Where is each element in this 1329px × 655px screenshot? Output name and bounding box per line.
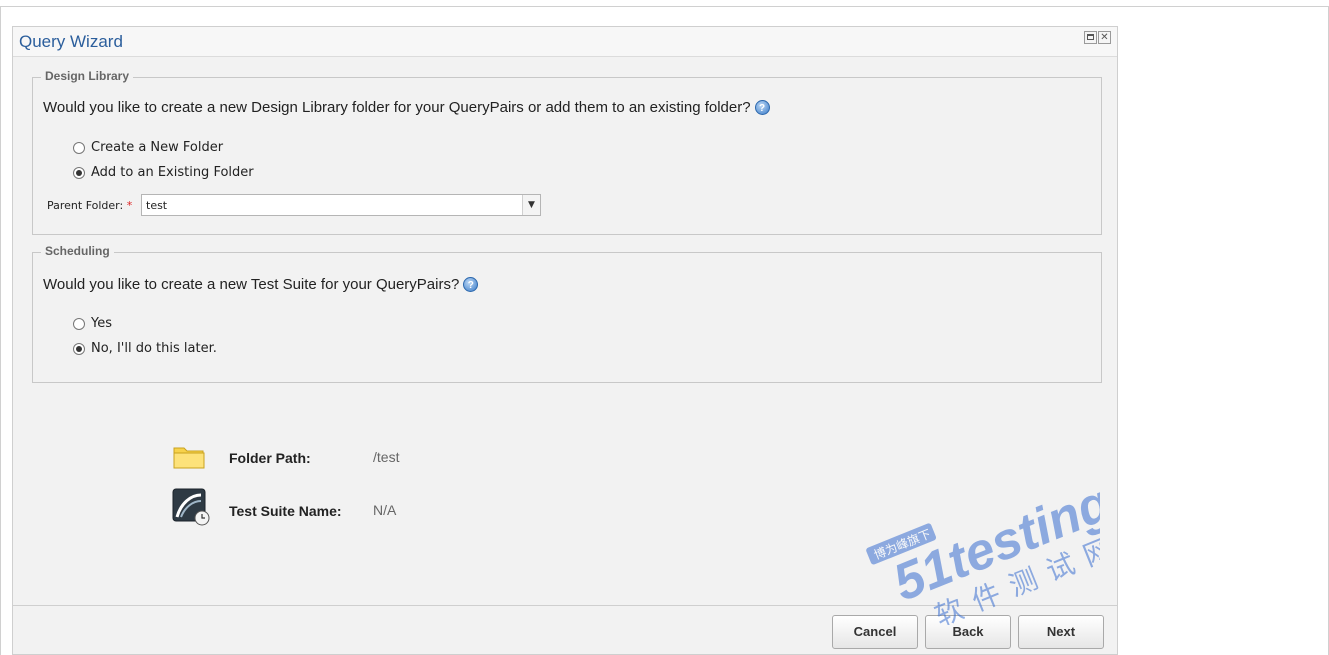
help-icon[interactable]: ? [463, 277, 479, 292]
window-controls: ✕ [1083, 31, 1111, 44]
folder-path-label: Folder Path: [229, 450, 311, 466]
radio-label: No, I'll do this later. [91, 341, 217, 356]
radio-button[interactable] [73, 317, 85, 330]
back-button[interactable]: Back [925, 615, 1011, 649]
required-mark: * [126, 199, 133, 212]
design-library-legend: Design Library [41, 69, 134, 83]
close-icon[interactable]: ✕ [1098, 31, 1111, 44]
parent-folder-value: test [146, 199, 168, 212]
design-library-question: Would you like to create a new Design Li… [43, 99, 770, 116]
design-library-question-text: Would you like to create a new Design Li… [43, 99, 751, 116]
scheduling-question: Would you like to create a new Test Suit… [43, 276, 479, 293]
radio-yes[interactable]: Yes [73, 316, 112, 331]
radio-button[interactable] [73, 342, 85, 355]
radio-label: Yes [91, 316, 112, 331]
scheduling-legend: Scheduling [41, 244, 114, 258]
query-wizard-dialog: Query Wizard ✕ Design Library Would you … [12, 26, 1118, 655]
dialog-title: Query Wizard [19, 32, 123, 51]
next-button[interactable]: Next [1018, 615, 1104, 649]
radio-no-later[interactable]: No, I'll do this later. [73, 341, 217, 356]
scheduling-question-text: Would you like to create a new Test Suit… [43, 276, 460, 293]
test-suite-name-value: N/A [373, 502, 397, 518]
maximize-icon[interactable] [1084, 31, 1097, 44]
radio-label: Create a New Folder [91, 140, 224, 155]
test-suite-icon [172, 488, 210, 526]
design-library-section: Design Library Would you like to create … [32, 69, 1102, 235]
test-suite-name-label: Test Suite Name: [229, 503, 342, 519]
help-icon[interactable]: ? [754, 100, 770, 115]
radio-button[interactable] [73, 166, 85, 179]
folder-icon [173, 447, 205, 469]
parent-folder-label: Parent Folder: * [47, 199, 133, 212]
footer-separator [13, 605, 1117, 606]
scheduling-section: Scheduling Would you like to create a ne… [32, 244, 1102, 383]
cancel-button[interactable]: Cancel [832, 615, 918, 649]
radio-create-new-folder[interactable]: Create a New Folder [73, 140, 223, 155]
chevron-down-icon[interactable]: ▼ [522, 195, 540, 215]
folder-path-value: /test [373, 449, 400, 465]
radio-button[interactable] [73, 141, 85, 154]
dialog-titlebar: Query Wizard ✕ [13, 27, 1117, 57]
radio-add-existing-folder[interactable]: Add to an Existing Folder [73, 165, 254, 180]
parent-folder-select[interactable]: test ▼ [141, 194, 541, 216]
radio-label: Add to an Existing Folder [91, 165, 254, 180]
